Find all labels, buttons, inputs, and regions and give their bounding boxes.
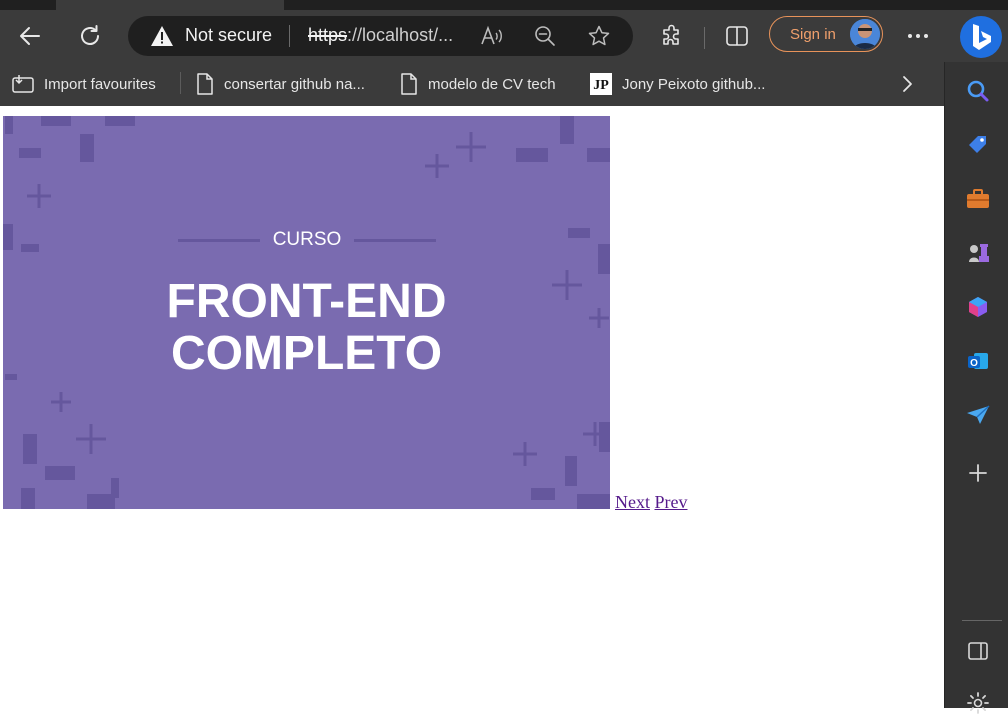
favorites-bar: Import favourites consertar github na...… (0, 62, 944, 106)
favorite-label: Jony Peixoto github... (622, 75, 766, 93)
browser-toolbar: Not secure https://localhost/... Sign in (0, 10, 1008, 62)
more-menu-button[interactable] (902, 20, 934, 52)
toolbox-icon (967, 189, 989, 208)
zoom-out-icon (535, 26, 555, 46)
favorite-item-jony-peixoto[interactable]: JP Jony Peixoto github... (590, 62, 765, 106)
svg-text:O: O (970, 358, 978, 369)
address-bar[interactable]: Not secure https://localhost/... (128, 16, 633, 56)
sidebar-search-button[interactable] (963, 76, 993, 106)
page-icon (196, 73, 214, 95)
security-status[interactable]: Not secure (185, 25, 272, 46)
outlook-icon: O (968, 353, 988, 369)
bing-copilot-button[interactable] (960, 16, 1002, 58)
next-link[interactable]: Next (615, 492, 650, 512)
toolbar-divider (704, 27, 705, 49)
favorite-item-consertar-github[interactable]: consertar github na... (196, 62, 365, 106)
active-tab[interactable] (56, 0, 284, 10)
favorite-item-import[interactable]: Import favourites (12, 62, 156, 106)
sidebar-games-button[interactable] (963, 238, 993, 268)
favorite-item-modelo-cv[interactable]: modelo de CV tech (400, 62, 556, 106)
banner-kicker-text: CURSO (272, 229, 342, 250)
banner-title: FRONT-END COMPLETO (3, 276, 610, 380)
url-text[interactable]: https://localhost/... (308, 25, 453, 46)
warning-icon[interactable] (150, 25, 174, 51)
avatar (850, 19, 880, 49)
favorites-overflow-button[interactable] (900, 62, 914, 106)
star-icon (588, 25, 610, 46)
paper-plane-icon (967, 405, 990, 424)
favorite-label: modelo de CV tech (428, 75, 556, 93)
jp-logo-icon: JP (590, 73, 612, 95)
sign-in-label: Sign in (790, 26, 836, 43)
sidebar-send-button[interactable] (963, 400, 993, 430)
tag-icon (969, 136, 986, 153)
split-screen-button[interactable] (721, 20, 753, 52)
refresh-button[interactable] (74, 20, 106, 52)
ellipsis-icon (908, 34, 928, 38)
favorites-divider (180, 72, 181, 94)
search-icon (967, 80, 989, 102)
banner-kicker: CURSO (178, 229, 436, 251)
prev-link[interactable]: Prev (655, 492, 688, 512)
sidebar-outlook-button[interactable]: O (963, 346, 993, 376)
sidebar-divider (962, 620, 1002, 621)
svg-text:JP: JP (593, 78, 609, 93)
page-icon (400, 73, 418, 95)
sidebar-shopping-button[interactable] (963, 130, 993, 160)
zoom-out-button[interactable] (531, 23, 559, 49)
url-host: ://localhost/... (347, 25, 454, 45)
import-icon (12, 74, 34, 94)
gear-icon (967, 692, 989, 714)
sidebar-settings-button[interactable] (963, 688, 993, 718)
bing-icon (973, 24, 991, 50)
read-aloud-icon (481, 25, 502, 45)
sidebar-office-button[interactable] (963, 292, 993, 322)
back-button[interactable] (14, 20, 46, 52)
url-scheme: https (308, 25, 348, 45)
tab-strip (0, 0, 1008, 10)
favorite-label: consertar github na... (224, 75, 365, 93)
slider-pager: Next Prev (615, 492, 688, 513)
sidebar-tools-button[interactable] (963, 184, 993, 214)
panel-icon (968, 642, 988, 660)
back-arrow-icon (20, 27, 40, 45)
read-aloud-button[interactable] (478, 23, 506, 49)
sidebar-hide-button[interactable] (963, 636, 993, 666)
sidebar-add-button[interactable] (963, 458, 993, 488)
favorite-label: Import favourites (44, 75, 156, 93)
chess-icon (969, 244, 989, 262)
refresh-icon (81, 25, 99, 45)
extensions-button[interactable] (656, 20, 688, 52)
puzzle-icon (663, 24, 679, 45)
course-banner-image: CURSO FRONT-END COMPLETO (3, 116, 610, 509)
chevron-right-icon (903, 76, 912, 92)
plus-icon (969, 464, 987, 482)
office-icon (969, 297, 987, 317)
split-screen-icon (726, 26, 748, 46)
sign-in-button[interactable]: Sign in (769, 16, 883, 52)
omnibox-divider (289, 25, 290, 47)
edge-sidebar: O (944, 62, 1008, 714)
banner-title-line2: COMPLETO (170, 327, 443, 380)
favorite-star-button[interactable] (585, 23, 613, 49)
banner-title-line1: FRONT-END (166, 275, 447, 328)
